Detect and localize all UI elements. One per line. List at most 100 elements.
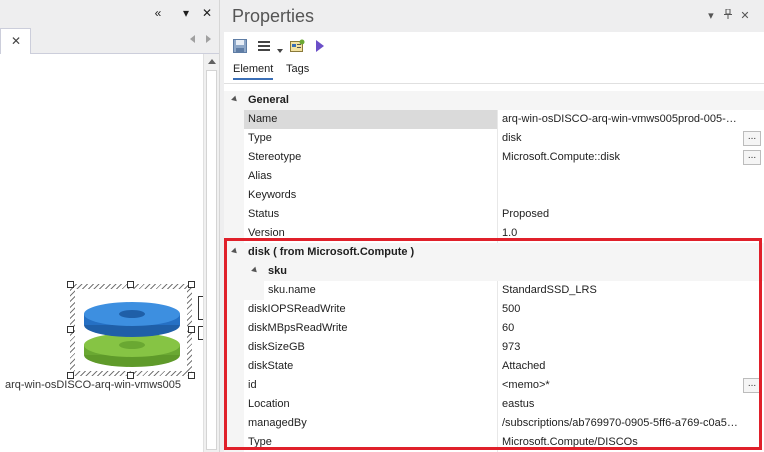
subcategory-sku[interactable]: sku (224, 262, 764, 281)
diagram-pane: « ▾ ✕ ✕ arq-win-osDISCO-arq-win-vmws005 (0, 0, 219, 452)
property-row[interactable]: Name arq-win-osDISCO-arq-win-vmws005prod-… (224, 110, 764, 129)
scroll-up-icon[interactable] (208, 59, 216, 64)
row-gutter (224, 395, 244, 414)
collapse-icon[interactable]: « (151, 5, 165, 21)
property-value[interactable]: StandardSSD_LRS (497, 281, 742, 300)
row-gutter (224, 300, 244, 319)
resize-handle[interactable] (67, 372, 74, 379)
pin-icon[interactable] (721, 8, 735, 22)
category-general[interactable]: General (224, 91, 764, 110)
property-value[interactable] (497, 186, 742, 205)
collapse-arrow-icon[interactable] (231, 95, 239, 104)
resize-handle[interactable] (127, 281, 134, 288)
subcategory-label: sku (268, 265, 287, 277)
dropdown-icon[interactable]: ▾ (179, 5, 193, 21)
property-row[interactable]: Alias (224, 167, 764, 186)
property-value[interactable]: disk (497, 129, 742, 148)
property-name: id (244, 376, 497, 395)
row-gutter (224, 281, 264, 300)
row-gutter (224, 319, 244, 338)
category-disk[interactable]: disk ( from Microsoft.Compute ) (224, 243, 764, 262)
resize-handle[interactable] (188, 372, 195, 379)
property-value[interactable] (497, 167, 742, 186)
property-value[interactable]: <memo>* (497, 376, 742, 395)
property-grid: General Name arq-win-osDISCO-arq-win-vmws… (224, 91, 764, 452)
row-gutter (224, 205, 244, 224)
tab-scroll-left-icon[interactable] (190, 35, 198, 45)
property-row[interactable]: managedBy/subscriptions/ab769970-0905-5f… (224, 414, 764, 433)
property-row[interactable]: Version 1.0 (224, 224, 764, 243)
row-gutter (224, 414, 244, 433)
chevron-down-icon[interactable] (277, 44, 283, 58)
property-name: Type (244, 129, 497, 148)
properties-toolbar (224, 32, 764, 60)
collapse-arrow-icon[interactable] (231, 247, 239, 256)
resize-handle[interactable] (67, 281, 74, 288)
resize-handle[interactable] (188, 281, 195, 288)
close-icon[interactable]: ✕ (738, 9, 752, 22)
ellipsis-button[interactable]: ... (743, 378, 761, 393)
properties-tabs: Element Tags (224, 60, 764, 84)
property-row[interactable]: Status Proposed (224, 205, 764, 224)
scrollbar-thumb[interactable] (206, 70, 217, 450)
row-gutter (224, 224, 244, 243)
properties-title: Properties (232, 6, 315, 26)
property-value[interactable]: Microsoft.Compute::disk (497, 148, 742, 167)
tab-close-icon[interactable]: ✕ (11, 34, 21, 48)
element-body (75, 289, 187, 371)
property-row[interactable]: Type disk... (224, 129, 764, 148)
row-gutter (224, 186, 244, 205)
row-gutter (224, 433, 244, 452)
property-row[interactable]: Stereotype Microsoft.Compute::disk... (224, 148, 764, 167)
property-name: Type (244, 433, 497, 452)
property-value[interactable]: 1.0 (497, 224, 742, 243)
property-row[interactable]: sku.name StandardSSD_LRS (224, 281, 764, 300)
element-action-icons[interactable] (198, 282, 203, 340)
property-value[interactable]: 60 (497, 319, 742, 338)
diagram-titlebar: « ▾ ✕ (0, 0, 219, 28)
property-value[interactable]: Proposed (497, 205, 742, 224)
tab-scroll-right-icon[interactable] (206, 35, 214, 45)
property-name: diskState (244, 357, 497, 376)
property-name: Status (244, 205, 497, 224)
property-name: diskSizeGB (244, 338, 497, 357)
property-value[interactable]: /subscriptions/ab769970-0905-5ff6-a769-c… (497, 414, 742, 433)
diagram-tab[interactable]: ✕ (0, 28, 31, 54)
close-icon[interactable]: ✕ (200, 5, 214, 21)
ellipsis-button[interactable]: ... (743, 150, 761, 165)
menu-icon[interactable] (257, 39, 271, 53)
property-name: diskIOPSReadWrite (244, 300, 497, 319)
property-row[interactable]: diskIOPSReadWrite 500 (224, 300, 764, 319)
resize-handle[interactable] (188, 326, 195, 333)
run-icon[interactable] (315, 39, 325, 53)
property-row[interactable]: id <memo>*... (224, 376, 764, 395)
row-gutter (224, 110, 244, 129)
properties-icon[interactable] (290, 39, 305, 53)
property-row[interactable]: diskSizeGB 973 (224, 338, 764, 357)
property-name: managedBy (244, 414, 497, 433)
dropdown-icon[interactable]: ▾ (704, 9, 718, 22)
property-row[interactable]: Keywords (224, 186, 764, 205)
property-value[interactable]: 973 (497, 338, 742, 357)
diagram-scrollbar[interactable] (203, 54, 219, 452)
property-name: Alias (244, 167, 497, 186)
property-row[interactable]: diskMBpsReadWrite 60 (224, 319, 764, 338)
disk-diagram-element[interactable] (67, 281, 195, 379)
property-row[interactable]: Location eastus (224, 395, 764, 414)
tab-element[interactable]: Element (233, 63, 274, 80)
property-value[interactable]: 500 (497, 300, 742, 319)
ellipsis-button[interactable]: ... (743, 131, 761, 146)
property-value[interactable]: Attached (497, 357, 742, 376)
collapse-arrow-icon[interactable] (251, 266, 259, 275)
property-row[interactable]: diskState Attached (224, 357, 764, 376)
property-value[interactable]: eastus (497, 395, 742, 414)
property-value[interactable]: arq-win-osDISCO-arq-win-vmws005prod-005-… (497, 110, 742, 129)
tab-tags[interactable]: Tags (286, 63, 309, 75)
category-label: disk ( from Microsoft.Compute ) (248, 246, 415, 258)
resize-handle[interactable] (67, 326, 74, 333)
property-name: Stereotype (244, 148, 497, 167)
property-row[interactable]: Type Microsoft.Compute/DISCOs (224, 433, 764, 452)
save-icon[interactable] (233, 39, 247, 53)
property-value[interactable]: Microsoft.Compute/DISCOs (497, 433, 742, 452)
resize-handle[interactable] (127, 372, 134, 379)
